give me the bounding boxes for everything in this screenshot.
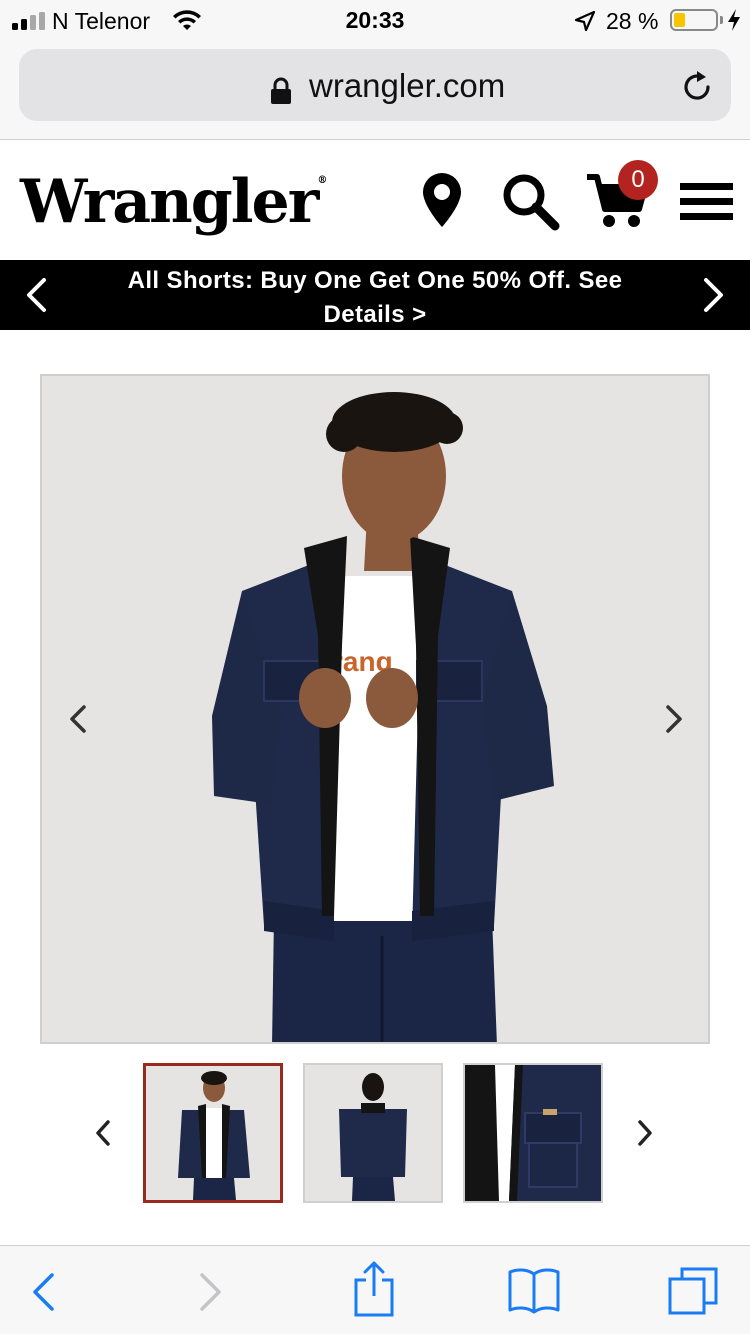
site-header: Wrangler® 0 [0, 141, 750, 260]
product-main-image[interactable]: rang [40, 374, 710, 1044]
status-bar: N Telenor 20:33 28 % [0, 0, 750, 40]
location-arrow-icon [574, 10, 596, 32]
promo-text[interactable]: All Shorts: Buy One Get One 50% Off. See… [90, 264, 660, 332]
hamburger-menu-icon[interactable] [680, 183, 733, 221]
address-bar[interactable]: wrangler.com [19, 49, 731, 121]
gallery-next-icon[interactable] [664, 704, 684, 734]
thumbnail-detail-image [465, 1065, 601, 1201]
wrangler-logo[interactable]: Wrangler® [20, 167, 327, 237]
url-text[interactable]: wrangler.com [309, 67, 505, 105]
logo-text: Wrangler [20, 167, 319, 237]
thumbnail-front-image [178, 1071, 250, 1200]
cart-count-badge[interactable]: 0 [618, 160, 658, 200]
browser-toolbar [0, 1245, 750, 1334]
chevron-left-icon[interactable] [24, 277, 48, 313]
thumbnail-front[interactable] [143, 1063, 283, 1203]
promo-banner: All Shorts: Buy One Get One 50% Off. See… [0, 260, 750, 330]
thumbnail-back[interactable] [303, 1063, 443, 1203]
model-illustration: rang [212, 392, 554, 1042]
location-pin-icon[interactable] [420, 171, 464, 229]
back-icon[interactable] [30, 1272, 56, 1312]
bookmarks-icon[interactable] [507, 1266, 561, 1314]
logo-registered-mark: ® [317, 175, 327, 186]
gallery-prev-icon[interactable] [68, 704, 88, 734]
charging-bolt-icon [728, 9, 740, 31]
forward-icon [200, 1273, 221, 1311]
chevron-right-icon[interactable] [702, 277, 726, 313]
browser-address-area: wrangler.com [0, 40, 750, 140]
battery-icon [670, 9, 718, 31]
battery-percent: 28 % [606, 8, 659, 34]
battery-tip [720, 16, 723, 24]
reload-icon[interactable] [679, 69, 715, 105]
lock-icon [271, 77, 291, 104]
thumbnail-strip [0, 1063, 750, 1205]
thumbnails-prev-icon[interactable] [94, 1119, 112, 1147]
tabs-icon[interactable] [667, 1266, 719, 1316]
thumbnails-next-icon[interactable] [636, 1119, 654, 1147]
search-icon[interactable] [500, 171, 560, 231]
thumbnail-back-image [339, 1073, 407, 1201]
thumbnail-detail[interactable] [463, 1063, 603, 1203]
share-icon[interactable] [353, 1260, 395, 1318]
